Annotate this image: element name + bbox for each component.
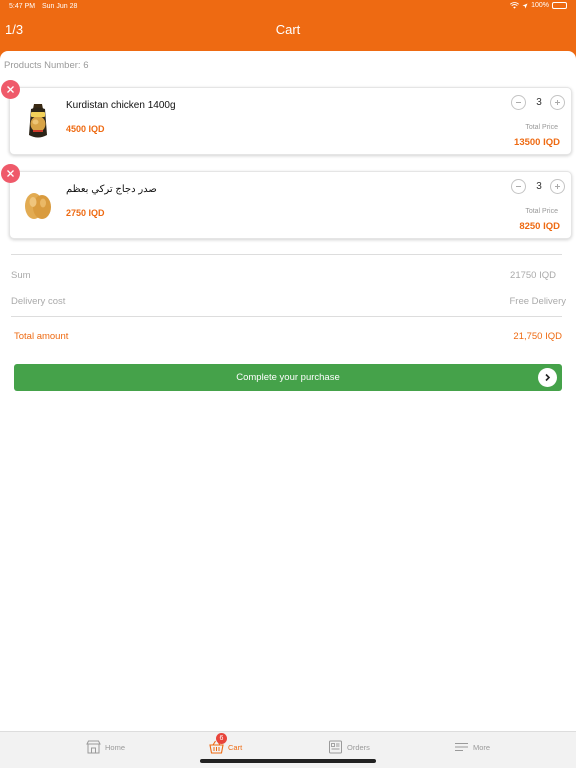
tab-orders[interactable]: Orders (328, 732, 370, 762)
cart-item: صدر دجاج تركي بعظم 2750 IQD 3 Total Pric… (9, 171, 572, 239)
sum-value: 21750 IQD (510, 270, 556, 281)
menu-icon (454, 740, 469, 754)
close-icon (7, 170, 14, 177)
total-amount-value: 21,750 IQD (513, 331, 562, 342)
product-name: Kurdistan chicken 1400g (66, 100, 176, 111)
summary-divider (11, 254, 562, 255)
quantity-value: 3 (536, 181, 542, 192)
tab-bar: Home 6 Cart Orders More (0, 731, 576, 768)
plus-icon (555, 100, 560, 105)
total-price-value: 13500 IQD (514, 137, 560, 148)
chicken-breast-icon (22, 186, 54, 226)
location-icon (522, 3, 528, 8)
orders-icon (328, 740, 343, 754)
decrease-quantity-button[interactable] (511, 179, 526, 194)
close-icon (7, 86, 14, 93)
remove-item-button[interactable] (1, 80, 20, 99)
tab-home-label: Home (105, 742, 126, 752)
sum-label: Sum (11, 270, 31, 281)
cart-badge: 6 (216, 733, 227, 744)
product-unit-price: 2750 IQD (66, 208, 105, 218)
status-indicators: 100% (510, 2, 567, 9)
increase-quantity-button[interactable] (550, 179, 565, 194)
total-price-label: Total Price (525, 208, 558, 215)
total-price-value: 8250 IQD (519, 221, 560, 232)
minus-icon (516, 102, 521, 103)
chevron-right-icon (538, 368, 557, 387)
quantity-value: 3 (536, 97, 542, 108)
store-icon (86, 740, 101, 754)
product-unit-price: 4500 IQD (66, 124, 105, 134)
status-date: Sun Jun 28 (42, 3, 78, 10)
tab-cart[interactable]: 6 Cart (209, 732, 242, 762)
cart-content: Products Number: 6 Kurdistan chicken 140… (0, 51, 576, 731)
chicken-package-icon (22, 102, 54, 142)
page-title: Cart (275, 22, 301, 37)
basket-icon: 6 (209, 733, 227, 754)
minus-icon (516, 186, 521, 187)
home-indicator (200, 759, 376, 763)
wifi-icon (510, 2, 520, 9)
battery-icon (552, 2, 567, 9)
cart-item: Kurdistan chicken 1400g 4500 IQD 3 Total… (9, 87, 572, 155)
status-time: 5:47 PM (9, 3, 36, 10)
total-amount-label: Total amount (14, 331, 69, 342)
decrease-quantity-button[interactable] (511, 95, 526, 110)
battery-percent: 100% (531, 2, 549, 9)
delivery-cost-value: Free Delivery (509, 296, 567, 307)
tab-more-label: More (473, 742, 491, 752)
product-name: صدر دجاج تركي بعظم (66, 184, 157, 195)
status-bar: 5:47 PM Sun Jun 28 100% (0, 0, 576, 14)
increase-quantity-button[interactable] (550, 95, 565, 110)
plus-icon (555, 184, 560, 189)
total-price-label: Total Price (525, 124, 558, 131)
total-divider (11, 316, 562, 317)
tab-cart-label: Cart (228, 742, 243, 752)
complete-purchase-button[interactable]: Complete your purchase (14, 364, 562, 391)
tab-orders-label: Orders (347, 742, 370, 752)
products-count: Products Number: 6 (4, 60, 89, 71)
complete-purchase-label: Complete your purchase (236, 372, 340, 383)
tab-home[interactable]: Home (86, 732, 125, 762)
remove-item-button[interactable] (1, 164, 20, 183)
delivery-cost-label: Delivery cost (11, 296, 66, 307)
tab-more[interactable]: More (454, 732, 490, 762)
